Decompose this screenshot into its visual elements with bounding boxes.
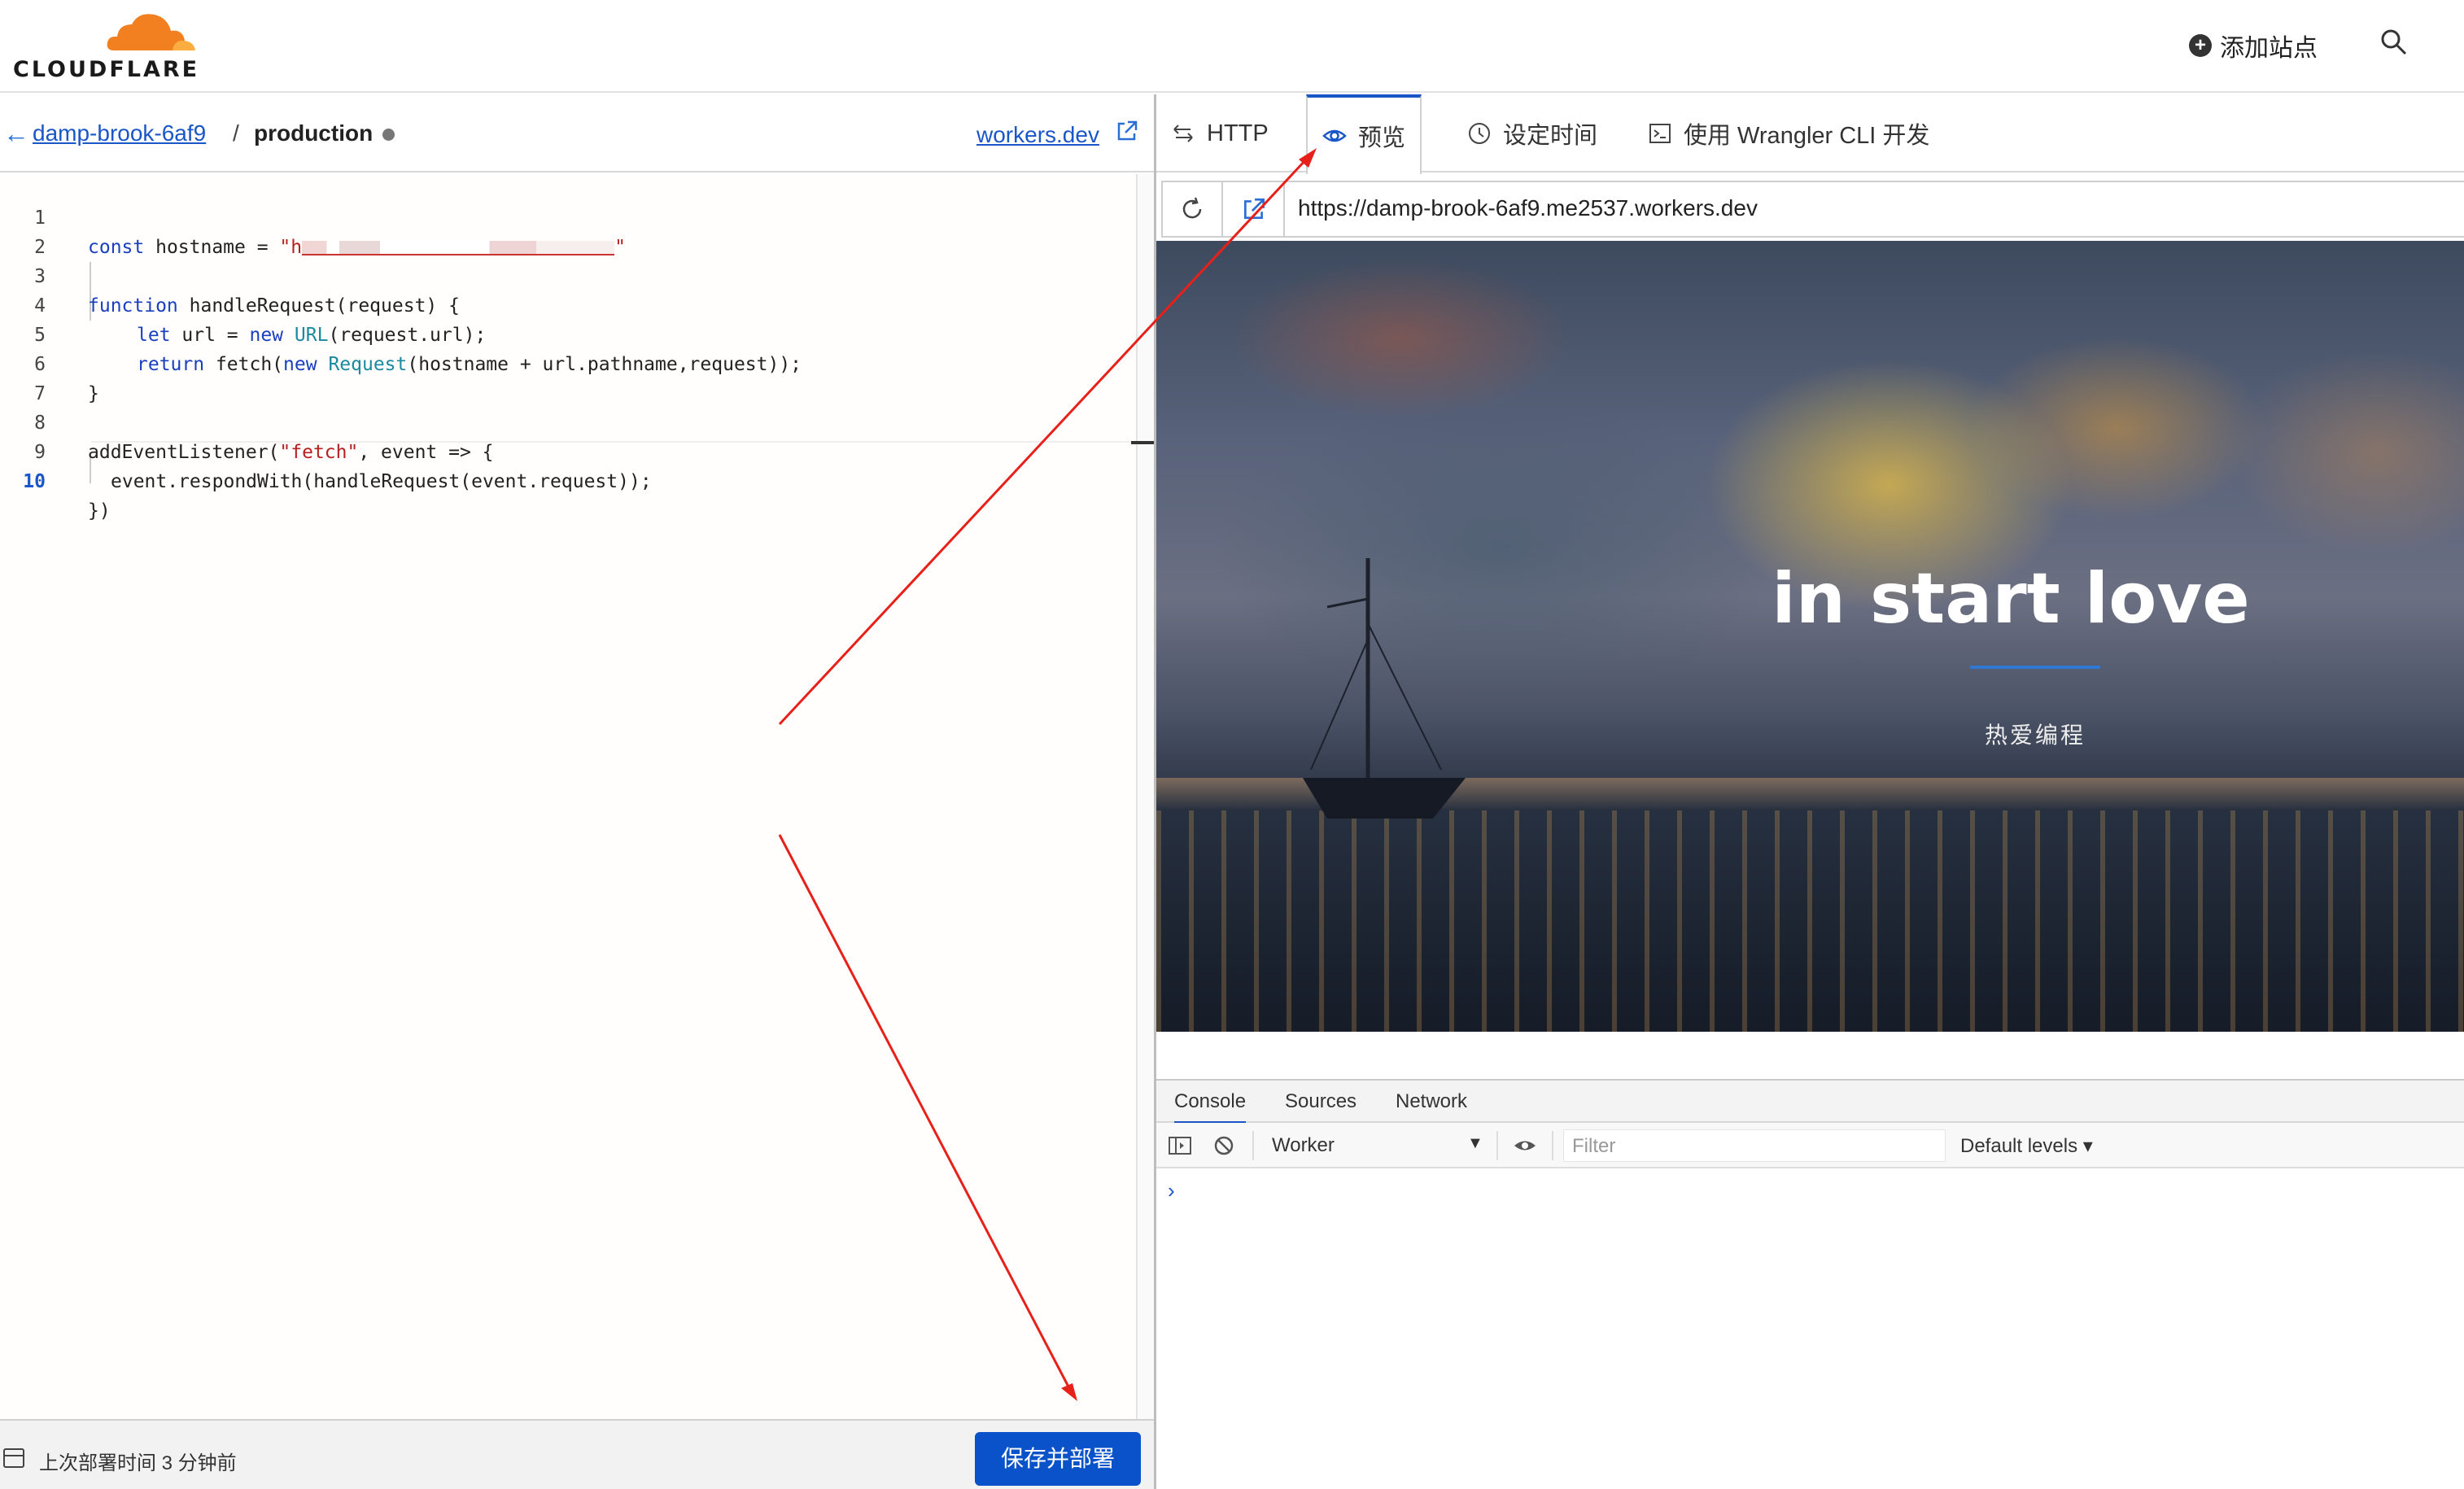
preview-hero-subtitle: 热爱编程 <box>1984 723 2086 748</box>
terminal-icon <box>1649 124 1671 143</box>
code-line: 2 <box>0 203 1131 258</box>
context-selector[interactable]: Worker <box>1272 1134 1335 1157</box>
tab-wrangler[interactable]: 使用 Wrangler CLI 开发 <box>1633 94 1944 172</box>
code-line: 1 const hostname = "h " <box>0 174 1131 258</box>
console-toolbar: Worker ▼ Filter Default levels ▾ <box>1156 1123 2464 1168</box>
clear-console-icon[interactable] <box>1212 1134 1236 1157</box>
tab-preview[interactable]: 预览 <box>1306 94 1422 174</box>
code-editor[interactable]: 1 const hostname = "h " 2 3 function hand… <box>0 174 1136 1419</box>
code-line: 4 let url = new URL(request.url); <box>0 262 1131 346</box>
add-site-label: 添加站点 <box>2220 35 2318 62</box>
preview-frame[interactable]: in start love 热爱编程 <box>1156 241 2464 1032</box>
swap-arrows-icon <box>1173 124 1193 142</box>
editor-status-bar: 上次部署时间 3 分钟前 保存并部署 <box>0 1419 1154 1489</box>
add-site-button[interactable]: + 添加站点 <box>2189 28 2318 63</box>
workers-dev-link[interactable]: workers.dev <box>976 122 1099 148</box>
project-link[interactable]: damp-brook-6af9 <box>33 120 206 146</box>
code-line: 7 <box>0 350 1131 404</box>
line-number-active: 10 <box>23 471 46 492</box>
cloudflare-logo[interactable]: CLOUDFLARE <box>13 10 200 82</box>
logo-wordmark: CLOUDFLARE <box>13 57 200 82</box>
preview-pane: HTTP 预览 设定时间 使用 Wrangler CLI 开发 https://… <box>1156 94 2464 1489</box>
chevron-down-icon[interactable]: ▼ <box>1467 1134 1483 1153</box>
devtools-tab-network[interactable]: Network <box>1396 1090 1467 1113</box>
refresh-icon <box>1182 197 1202 219</box>
code-line: 6 } <box>0 321 1131 404</box>
preview-hero-title: in start love <box>1772 558 2250 640</box>
console-filter-input[interactable]: Filter <box>1563 1129 1946 1162</box>
toolbar-separator <box>1252 1131 1254 1160</box>
tab-label: 设定时间 <box>1503 123 1598 149</box>
tab-http[interactable]: HTTP <box>1156 94 1283 172</box>
hero-underline <box>1970 666 2100 669</box>
code-line: 5 return fetch(new Request(hostname + ur… <box>0 291 1131 375</box>
preview-url[interactable]: https://damp-brook-6af9.me2537.workers.d… <box>1298 195 1758 221</box>
editor-pane: ← damp-brook-6af9 / production workers.d… <box>0 94 1154 1489</box>
calendar-icon <box>3 1448 24 1468</box>
cloud-logo-icon <box>107 14 195 50</box>
environment-label: production <box>254 120 374 146</box>
devtools-tab-sources[interactable]: Sources <box>1285 1090 1357 1113</box>
plus-circle-icon: + <box>2189 34 2212 57</box>
eye-icon <box>1322 129 1347 142</box>
tab-label: HTTP <box>1207 120 1269 146</box>
code-line: 10 }) <box>0 438 1131 522</box>
devtools-tabs: Console Sources Network <box>1156 1079 2464 1124</box>
external-link-icon <box>1244 198 1265 219</box>
save-and-deploy-button[interactable]: 保存并部署 <box>975 1432 1141 1486</box>
back-arrow-icon[interactable]: ← <box>3 119 29 149</box>
code-line: 3 function handleRequest(request) { <box>0 233 1131 317</box>
toolbar-separator <box>1496 1131 1498 1160</box>
devtools-panel: Console Sources Network Worker ▼ Filter … <box>1156 1079 2464 1489</box>
toolbar-separator <box>1552 1131 1553 1160</box>
eye-icon[interactable] <box>1513 1134 1537 1157</box>
sidebar-toggle-icon[interactable] <box>1168 1134 1192 1157</box>
tab-label: 预览 <box>1358 125 1406 151</box>
top-header: CLOUDFLARE + 添加站点 <box>0 0 2464 93</box>
breadcrumb-separator: / <box>233 120 239 146</box>
tab-label: 使用 Wrangler CLI 开发 <box>1684 123 1930 149</box>
scrollbar-cursor-marker <box>1131 441 1154 444</box>
console-prompt[interactable]: › <box>1168 1178 1175 1203</box>
log-levels-dropdown[interactable]: Default levels ▾ <box>1960 1134 2093 1158</box>
refresh-button[interactable] <box>1163 182 1223 236</box>
clock-icon <box>1469 123 1490 144</box>
breadcrumb: ← damp-brook-6af9 / production workers.d… <box>0 94 1154 172</box>
code-line: 9 event.respondWith(handleRequest(event.… <box>0 408 1131 492</box>
open-external-button[interactable] <box>1225 182 1285 236</box>
external-link-icon[interactable] <box>1115 119 1139 143</box>
editor-scrollbar[interactable] <box>1136 174 1154 1419</box>
search-icon[interactable] <box>2379 28 2409 57</box>
devtools-tab-console[interactable]: Console <box>1174 1090 1247 1124</box>
preview-tabs: HTTP 预览 设定时间 使用 Wrangler CLI 开发 <box>1156 94 2464 174</box>
code-line: 8 addEventListener("fetch", event => { <box>0 379 1131 463</box>
status-dot <box>382 129 395 141</box>
tab-schedule[interactable]: 设定时间 <box>1453 94 1612 172</box>
preview-url-bar: https://damp-brook-6af9.me2537.workers.d… <box>1161 181 2464 238</box>
sailboat-illustration <box>1303 558 1466 819</box>
sea-reflection <box>1156 810 2464 1032</box>
last-deploy-text: 上次部署时间 3 分钟前 <box>39 1452 237 1474</box>
